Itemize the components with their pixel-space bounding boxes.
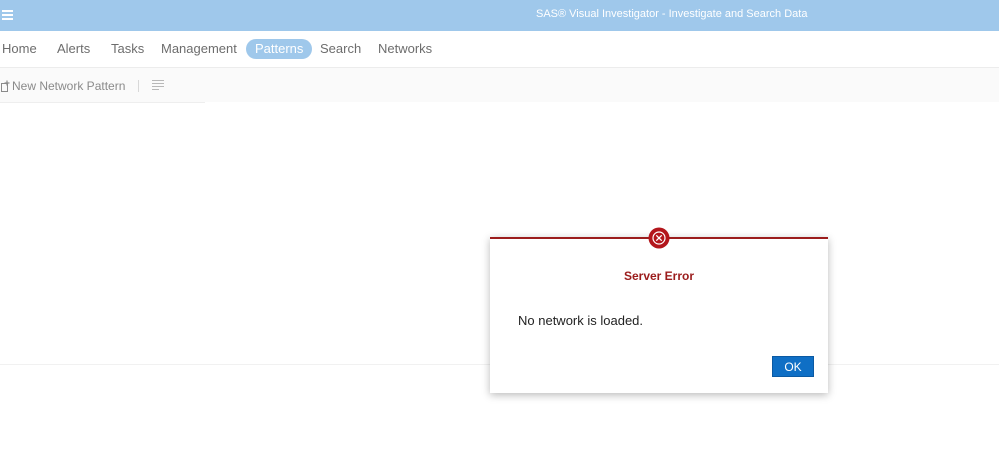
tab-home[interactable]: Home	[2, 39, 37, 59]
app-header: SAS® Visual Investigator - Investigate a…	[0, 0, 999, 31]
new-network-pattern-button[interactable]: New Network Pattern	[0, 78, 125, 94]
hamburger-menu-icon[interactable]	[2, 9, 14, 21]
tab-networks[interactable]: Networks	[378, 39, 432, 59]
pattern-toolbar: New Network Pattern	[0, 68, 999, 103]
new-document-icon	[1, 80, 10, 92]
error-circle-icon	[648, 227, 670, 249]
tab-alerts[interactable]: Alerts	[57, 39, 90, 59]
dialog-message: No network is loaded.	[518, 313, 644, 328]
dialog-title: Server Error	[623, 269, 695, 283]
tab-patterns[interactable]: Patterns	[246, 39, 313, 59]
list-view-icon[interactable]	[152, 80, 164, 90]
app-title: SAS® Visual Investigator - Investigate a…	[536, 8, 808, 20]
tab-search[interactable]: Search	[320, 39, 361, 59]
toolbar-divider	[138, 80, 139, 92]
server-error-dialog: Server Error No network is loaded. OK	[490, 227, 828, 393]
main-nav: Home Alerts Tasks Management Patterns Se…	[0, 31, 999, 68]
toolbar-actions: New Network Pattern	[0, 68, 205, 103]
tab-tasks[interactable]: Tasks	[111, 39, 144, 59]
ok-button[interactable]: OK	[772, 356, 814, 377]
tab-management[interactable]: Management	[161, 39, 237, 59]
new-network-pattern-label: New Network Pattern	[12, 79, 126, 93]
